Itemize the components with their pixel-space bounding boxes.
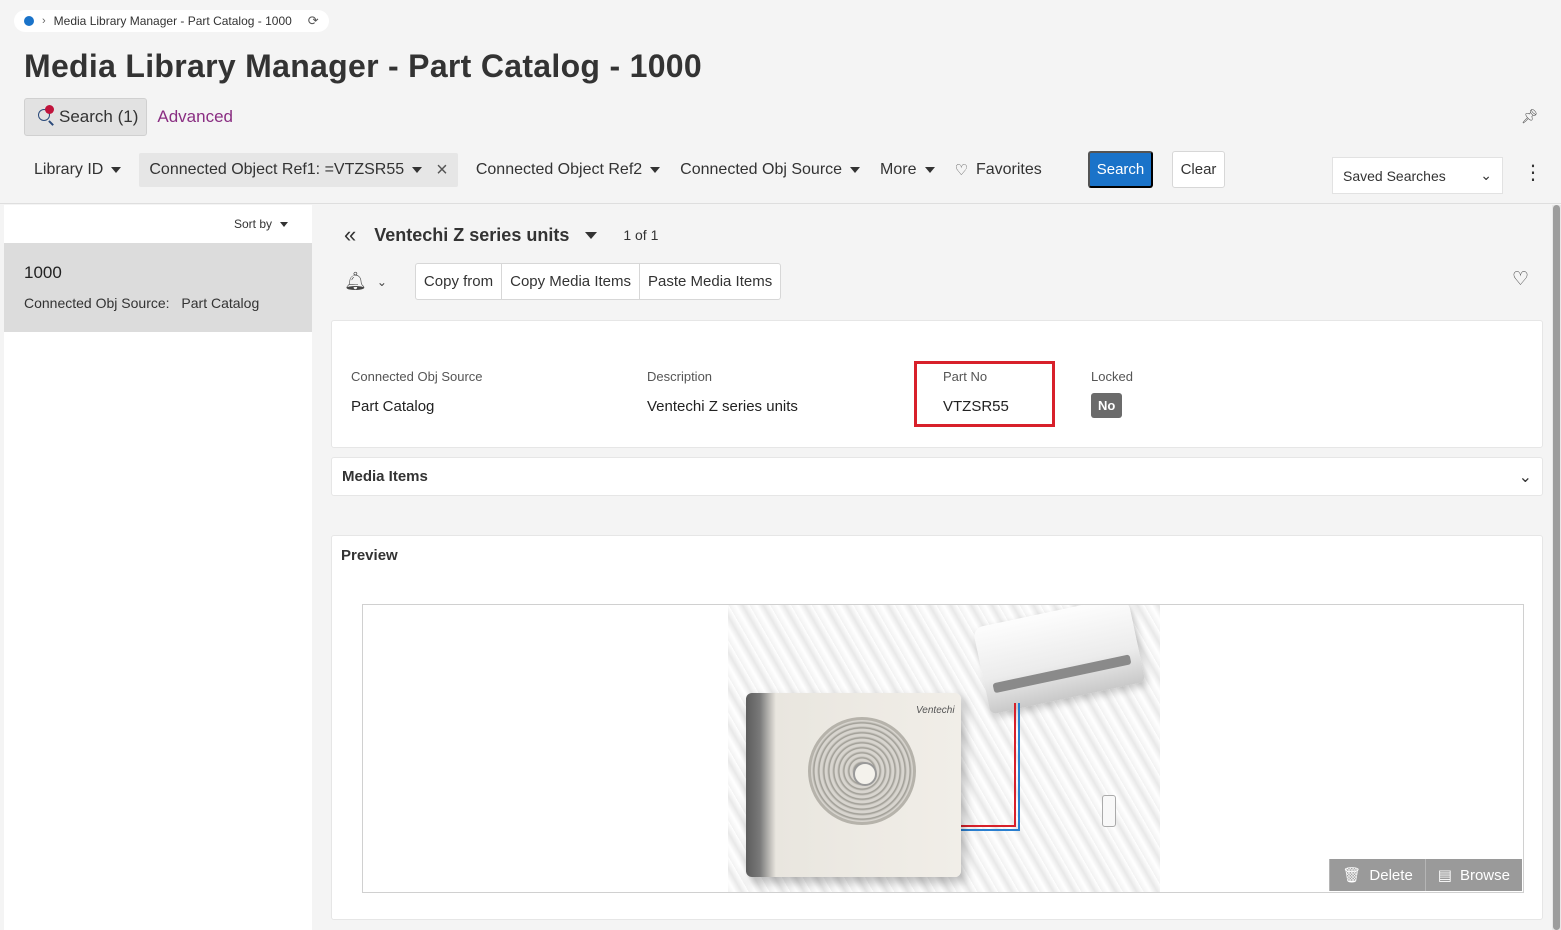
breadcrumb-text[interactable]: Media Library Manager - Part Catalog - 1… xyxy=(54,14,292,28)
page-title: Media Library Manager - Part Catalog - 1… xyxy=(24,48,702,84)
list-item-source-value: Part Catalog xyxy=(181,295,260,311)
chevron-down-icon: ⌄ xyxy=(1480,167,1492,183)
list-item[interactable]: 1000 Connected Obj Source: Part Catalog xyxy=(4,243,312,332)
search-icon xyxy=(37,105,55,126)
caret-down-icon xyxy=(280,221,289,227)
scrollbar[interactable] xyxy=(1552,205,1561,930)
outdoor-unit-graphic: Ventechi xyxy=(746,693,961,877)
divider xyxy=(0,203,1561,204)
double-chevron-left-icon[interactable]: « xyxy=(344,222,356,248)
filter-more-label: More xyxy=(880,161,917,178)
indoor-unit-graphic xyxy=(972,605,1146,715)
breadcrumb: › Media Library Manager - Part Catalog -… xyxy=(14,10,329,32)
delete-button[interactable]: 🗑︎ Delete xyxy=(1329,859,1425,891)
filter-connected-object-ref2[interactable]: Connected Object Ref2 xyxy=(466,153,670,187)
chevron-down-icon[interactable]: ⌄ xyxy=(377,275,387,289)
heart-icon: ♡ xyxy=(954,162,968,179)
pipe-graphic xyxy=(960,703,1016,827)
caret-down-icon xyxy=(650,167,661,173)
filter-connected-object-ref2-label: Connected Object Ref2 xyxy=(475,161,643,178)
field-description: Description Ventechi Z series units xyxy=(647,369,798,415)
search-button[interactable]: Search xyxy=(1088,151,1153,188)
browse-icon: ▤ xyxy=(1437,867,1452,884)
record-title: Ventechi Z series units xyxy=(374,224,570,245)
preview-image: Ventechi xyxy=(728,605,1160,892)
detail-toolbar: 🔔︎ ⌄ Copy from Copy Media Items Paste Me… xyxy=(344,263,782,300)
copy-media-items-button[interactable]: Copy Media Items xyxy=(502,264,640,299)
brand-logo: Ventechi xyxy=(916,705,955,716)
copy-from-button[interactable]: Copy from xyxy=(416,264,503,299)
status-dot-icon xyxy=(24,16,34,26)
chevron-right-icon: › xyxy=(42,15,46,27)
field-label: Connected Obj Source xyxy=(351,369,483,384)
saved-searches-label: Saved Searches xyxy=(1343,167,1446,184)
field-value: Ventechi Z series units xyxy=(647,398,798,415)
filter-library-id[interactable]: Library ID xyxy=(24,153,131,187)
field-label: Locked xyxy=(1091,369,1133,384)
field-connected-obj-source: Connected Obj Source Part Catalog xyxy=(351,369,483,415)
preview-actions: 🗑︎ Delete ▤ Browse xyxy=(1329,859,1522,891)
browse-label: Browse xyxy=(1459,866,1510,884)
filter-bar: Library ID Connected Object Ref1: =VTZSR… xyxy=(24,150,1052,190)
caret-down-icon xyxy=(850,167,861,173)
paste-media-items-button[interactable]: Paste Media Items xyxy=(640,264,780,299)
sort-by-button[interactable]: Sort by xyxy=(224,213,299,235)
filter-library-id-label: Library ID xyxy=(34,161,104,178)
filter-connected-obj-source-label: Connected Obj Source xyxy=(680,161,843,178)
filter-connected-object-ref1-label: Connected Object Ref1: =VTZSR55 xyxy=(149,161,405,178)
locked-badge: No xyxy=(1091,393,1123,418)
detail-header: « Ventechi Z series units 1 of 1 xyxy=(344,222,658,248)
media-items-section[interactable]: Media Items ⌄ xyxy=(331,457,1543,496)
pager: 1 of 1 xyxy=(623,227,659,243)
delete-label: Delete xyxy=(1369,866,1413,884)
filter-favorites[interactable]: ♡ Favorites xyxy=(945,153,1052,187)
browse-button[interactable]: ▤ Browse xyxy=(1424,859,1522,891)
trash-icon: 🗑︎ xyxy=(1342,867,1362,884)
filter-connected-obj-source[interactable]: Connected Obj Source xyxy=(670,153,870,187)
part-no-highlight-box xyxy=(914,361,1055,427)
bell-icon[interactable]: 🔔︎ xyxy=(344,271,367,292)
field-value[interactable]: Part Catalog xyxy=(351,398,483,415)
record-list: Sort by 1000 Connected Obj Source: Part … xyxy=(4,205,312,930)
caret-down-icon xyxy=(924,167,935,173)
refresh-icon[interactable]: ⟳ xyxy=(308,13,319,29)
preview-heading: Preview xyxy=(341,547,398,564)
search-tabs: Search (1) Advanced xyxy=(24,98,233,136)
filter-more[interactable]: More xyxy=(870,153,944,187)
tab-search[interactable]: Search (1) xyxy=(24,98,148,136)
tab-search-label: Search (1) xyxy=(59,107,139,126)
tab-advanced[interactable]: Advanced xyxy=(157,107,233,127)
filter-favorites-label: Favorites xyxy=(975,161,1042,178)
caret-down-icon xyxy=(111,167,122,173)
chevron-down-icon[interactable]: ⌄ xyxy=(1519,467,1532,487)
media-items-heading: Media Items xyxy=(342,468,428,485)
remote-graphic xyxy=(1102,795,1116,827)
kebab-menu-icon[interactable]: ⋮ xyxy=(1523,163,1543,183)
saved-searches-select[interactable]: Saved Searches ⌄ xyxy=(1332,157,1503,194)
close-icon[interactable]: × xyxy=(436,159,448,182)
list-item-source: Connected Obj Source: Part Catalog xyxy=(24,295,292,311)
fan-graphic xyxy=(808,717,916,825)
preview-section: Preview Ventechi 🗑︎ Delete ▤ Browse xyxy=(331,535,1543,920)
field-label: Description xyxy=(647,369,713,384)
favorite-heart-icon[interactable]: ♡ xyxy=(1512,268,1529,291)
filter-connected-object-ref1[interactable]: Connected Object Ref1: =VTZSR55 × xyxy=(139,153,458,187)
caret-down-icon xyxy=(412,167,423,173)
scrollbar-thumb[interactable] xyxy=(1553,205,1560,930)
sort-by-label: Sort by xyxy=(234,217,273,231)
field-locked: Locked No xyxy=(1091,369,1133,418)
list-item-source-label: Connected Obj Source: xyxy=(24,295,170,311)
clear-button[interactable]: Clear xyxy=(1172,151,1225,188)
pin-icon[interactable]: 📌︎ xyxy=(1521,108,1539,125)
toolbar-button-group: Copy from Copy Media Items Paste Media I… xyxy=(414,263,782,300)
caret-down-icon[interactable] xyxy=(585,231,598,239)
list-item-id: 1000 xyxy=(24,263,62,282)
preview-frame: Ventechi 🗑︎ Delete ▤ Browse xyxy=(362,604,1524,893)
